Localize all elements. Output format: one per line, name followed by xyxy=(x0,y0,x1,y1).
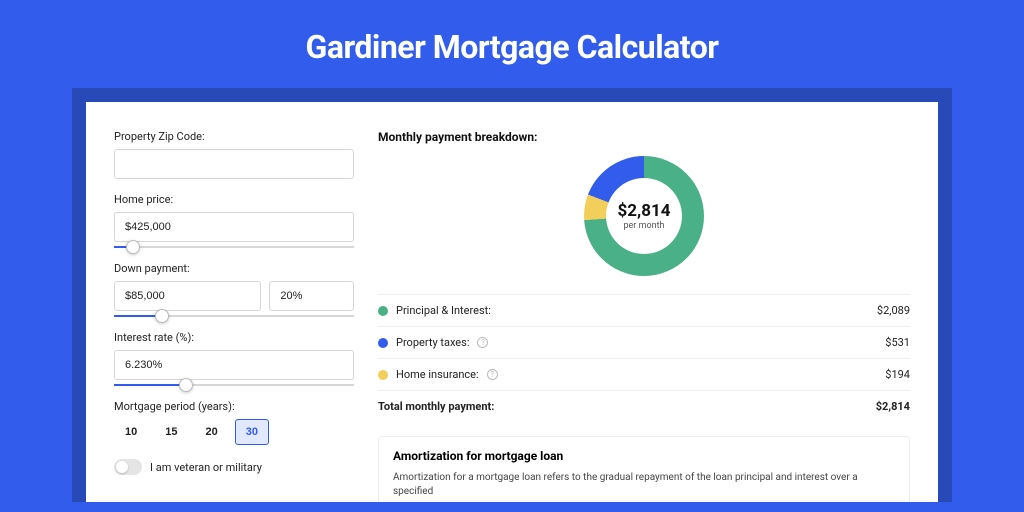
down-pct-input[interactable] xyxy=(269,281,354,311)
donut-value: $2,814 xyxy=(618,201,671,221)
form-column: Property Zip Code: Home price: Down paym… xyxy=(114,130,354,502)
breakdown-label: Principal & Interest: xyxy=(396,304,491,317)
rate-slider-thumb[interactable] xyxy=(179,378,193,392)
rate-slider[interactable] xyxy=(114,384,354,386)
page-title: Gardiner Mortgage Calculator xyxy=(0,0,1024,88)
breakdown-value: $531 xyxy=(885,336,910,349)
price-slider[interactable] xyxy=(114,246,354,248)
breakdown-label: Home insurance: xyxy=(396,368,479,381)
calculator-card: Property Zip Code: Home price: Down paym… xyxy=(86,102,938,502)
panel-frame: Property Zip Code: Home price: Down paym… xyxy=(72,88,952,502)
period-option-20[interactable]: 20 xyxy=(195,419,229,445)
legend-dot-green xyxy=(378,306,388,316)
period-label: Mortgage period (years): xyxy=(114,400,354,413)
rate-slider-fill xyxy=(114,384,186,386)
down-slider[interactable] xyxy=(114,315,354,317)
veteran-row: I am veteran or military xyxy=(114,459,354,475)
result-column: Monthly payment breakdown: $2,814 per mo… xyxy=(378,130,910,502)
period-field-group: Mortgage period (years): 10 15 20 30 xyxy=(114,400,354,445)
amortization-title: Amortization for mortgage loan xyxy=(393,449,895,463)
period-option-30[interactable]: 30 xyxy=(235,419,269,445)
info-icon[interactable]: ? xyxy=(487,369,498,380)
donut-center: $2,814 per month xyxy=(584,156,704,276)
info-icon[interactable]: ? xyxy=(477,337,488,348)
veteran-label: I am veteran or military xyxy=(150,461,262,474)
zip-input[interactable] xyxy=(114,149,354,179)
down-slider-thumb[interactable] xyxy=(155,309,169,323)
amortization-text: Amortization for a mortgage loan refers … xyxy=(393,471,895,499)
breakdown-value: $2,089 xyxy=(877,304,910,317)
breakdown-total-value: $2,814 xyxy=(876,400,910,413)
price-input[interactable] xyxy=(114,212,354,242)
breakdown-row-taxes: Property taxes: ? $531 xyxy=(378,327,910,359)
zip-field-group: Property Zip Code: xyxy=(114,130,354,179)
donut-chart: $2,814 per month xyxy=(584,156,704,276)
down-amount-input[interactable] xyxy=(114,281,261,311)
amortization-box: Amortization for mortgage loan Amortizat… xyxy=(378,436,910,502)
rate-label: Interest rate (%): xyxy=(114,331,354,344)
price-slider-thumb[interactable] xyxy=(126,240,140,254)
donut-chart-wrap: $2,814 per month xyxy=(378,156,910,276)
period-button-group: 10 15 20 30 xyxy=(114,419,354,445)
breakdown-value: $194 xyxy=(885,368,910,381)
period-option-15[interactable]: 15 xyxy=(154,419,188,445)
donut-sublabel: per month xyxy=(623,221,664,231)
legend-dot-yellow xyxy=(378,370,388,380)
breakdown-total-label: Total monthly payment: xyxy=(378,400,494,413)
price-label: Home price: xyxy=(114,193,354,206)
veteran-toggle[interactable] xyxy=(114,459,142,475)
breakdown-row-insurance: Home insurance: ? $194 xyxy=(378,359,910,391)
breakdown-label: Property taxes: xyxy=(396,336,469,349)
rate-input[interactable] xyxy=(114,350,354,380)
down-field-group: Down payment: xyxy=(114,262,354,317)
price-field-group: Home price: xyxy=(114,193,354,248)
breakdown-title: Monthly payment breakdown: xyxy=(378,130,910,144)
breakdown-row-principal: Principal & Interest: $2,089 xyxy=(378,295,910,327)
rate-field-group: Interest rate (%): xyxy=(114,331,354,386)
period-option-10[interactable]: 10 xyxy=(114,419,148,445)
down-label: Down payment: xyxy=(114,262,354,275)
legend-dot-blue xyxy=(378,338,388,348)
breakdown-list: Principal & Interest: $2,089 Property ta… xyxy=(378,294,910,422)
breakdown-row-total: Total monthly payment: $2,814 xyxy=(378,391,910,422)
zip-label: Property Zip Code: xyxy=(114,130,354,143)
